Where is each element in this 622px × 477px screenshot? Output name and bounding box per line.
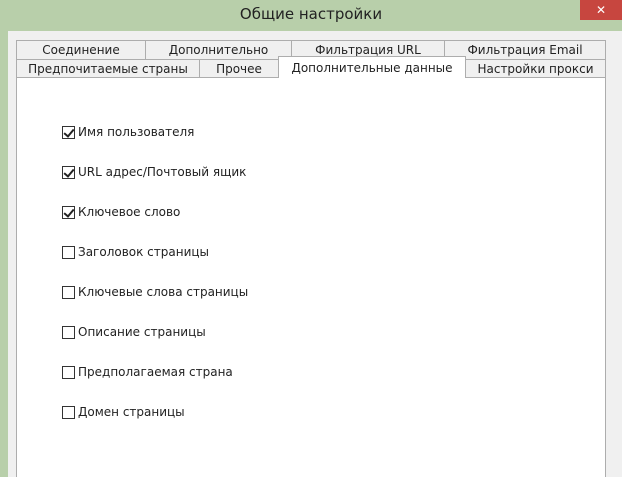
option-label: Описание страницы [78,325,206,339]
tab-label: Предпочитаемые страны [28,62,188,76]
checkbox-page-keywords[interactable] [62,285,75,299]
title-bar[interactable]: Общие настройки ✕ [0,0,622,34]
tab-advanced[interactable]: Дополнительно [145,40,292,59]
tab-additional-data[interactable]: Дополнительные данные [278,56,466,78]
checkbox-username[interactable] [62,125,75,139]
option-label: Имя пользователя [78,125,195,139]
option-label: Заголовок страницы [78,245,210,259]
tab-preferred-countries[interactable]: Предпочитаемые страны [16,59,200,78]
settings-window: Общие настройки ✕ Соединение Дополнитель… [0,0,622,477]
tab-label: Фильтрация URL [315,43,421,57]
tab-proxy-settings[interactable]: Настройки прокси [465,59,606,78]
option-label: Ключевые слова страницы [78,285,249,299]
tab-connection[interactable]: Соединение [16,40,146,59]
checkbox-url-mailbox[interactable] [62,165,75,179]
option-label: Ключевое слово [78,205,181,219]
checkbox-page-description[interactable] [62,325,75,339]
checkbox-page-domain[interactable] [62,405,75,419]
tab-other[interactable]: Прочее [199,59,279,78]
checkbox-page-title[interactable] [62,245,75,259]
tab-label: Соединение [42,43,120,57]
option-label: Предполагаемая страна [78,365,233,379]
tab-label: Прочее [216,62,262,76]
tab-label: Фильтрация Email [467,43,583,57]
additional-data-panel: Имя пользователя URL адрес/Почтовый ящик… [16,77,606,477]
close-button[interactable]: ✕ [580,0,622,20]
window-title: Общие настройки [239,5,383,23]
option-username[interactable]: Имя пользователя [62,124,194,140]
option-assumed-country[interactable]: Предполагаемая страна [62,364,233,380]
option-page-keywords[interactable]: Ключевые слова страницы [62,284,248,300]
option-page-title[interactable]: Заголовок страницы [62,244,209,260]
tab-label: Дополнительно [168,43,269,57]
option-url-mailbox[interactable]: URL адрес/Почтовый ящик [62,164,246,180]
close-icon: ✕ [595,3,607,17]
tab-email-filter[interactable]: Фильтрация Email [444,40,606,59]
option-keyword[interactable]: Ключевое слово [62,204,180,220]
option-label: URL адрес/Почтовый ящик [78,165,247,179]
checkbox-assumed-country[interactable] [62,365,75,379]
tab-label: Дополнительные данные [291,60,453,75]
dialog-content: Соединение Дополнительно Фильтрация URL … [8,31,622,477]
checkbox-keyword[interactable] [62,205,75,219]
option-page-domain[interactable]: Домен страницы [62,404,185,420]
option-page-description[interactable]: Описание страницы [62,324,206,340]
option-label: Домен страницы [78,405,185,419]
tab-label: Настройки прокси [477,62,594,76]
